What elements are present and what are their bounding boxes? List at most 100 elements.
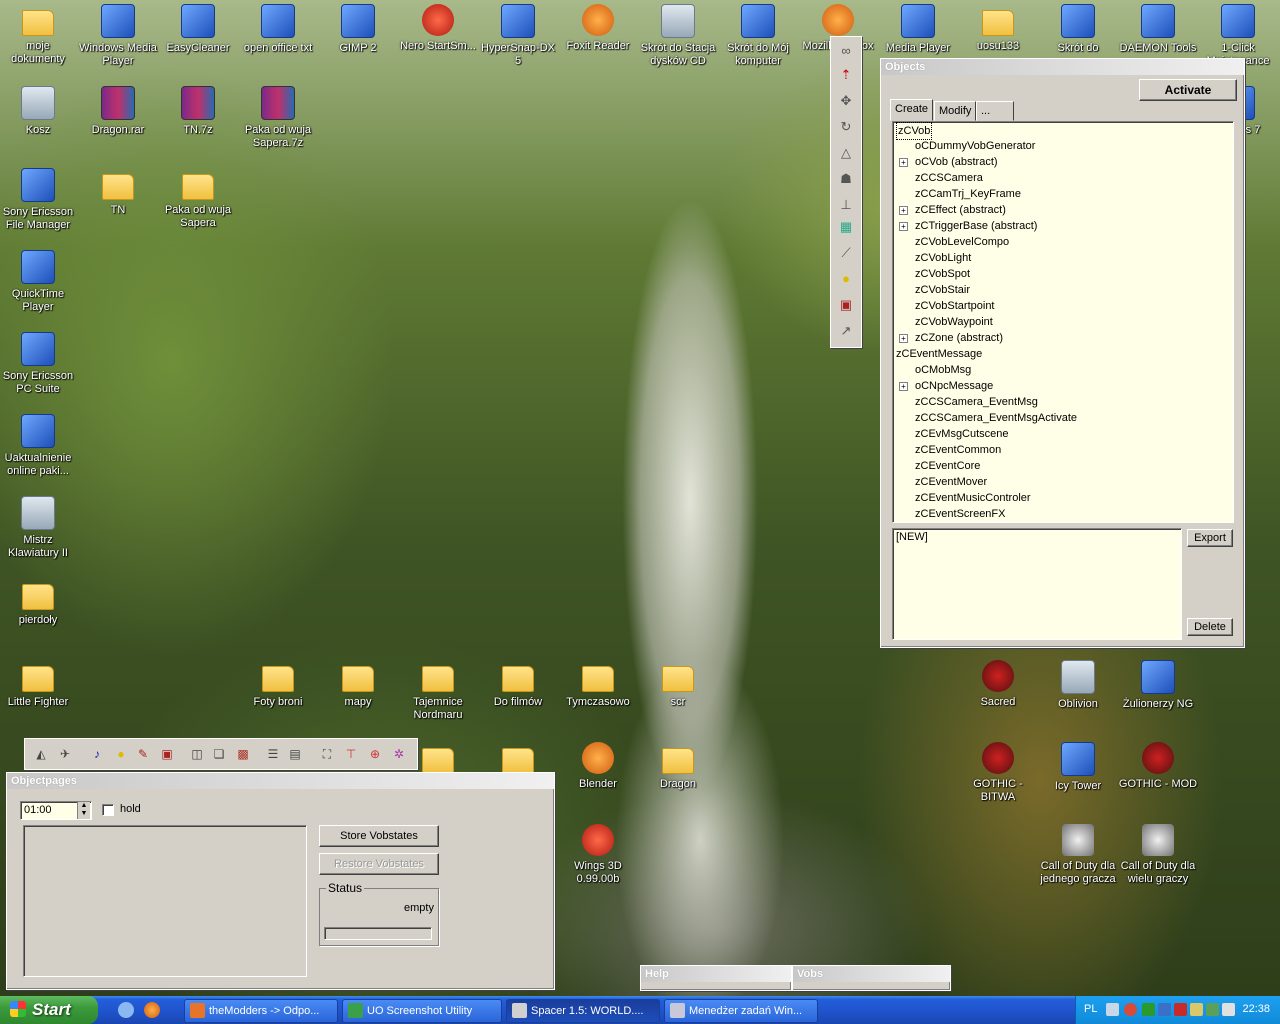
tool-t-icon[interactable]: ⊤ [341, 744, 361, 764]
objectpages-list[interactable] [23, 825, 307, 977]
tree-item[interactable]: + oCNpcMessage [893, 378, 1233, 394]
cube-icon[interactable]: ▩ [233, 744, 253, 764]
tree-item[interactable]: + zCZone (abstract) [893, 330, 1233, 346]
desktop-icon[interactable]: Dragon.rar [78, 86, 158, 137]
tree-item[interactable]: zCEventMusicControler [893, 490, 1233, 506]
desktop-icon[interactable]: Call of Duty dla jednego gracza [1038, 824, 1118, 886]
desktop-icon[interactable]: Paka od wuja Sapera.7z [238, 86, 318, 150]
tree-item[interactable]: zCEventCommon [893, 442, 1233, 458]
network-icon[interactable]: ⛶ [317, 744, 337, 764]
tree-item[interactable]: zCCSCamera_EventMsgActivate [893, 410, 1233, 426]
expand-icon[interactable]: + [899, 222, 908, 231]
desktop-icon[interactable]: pierdoły [0, 578, 78, 627]
link-icon[interactable]: ∞ [836, 41, 856, 61]
bug-icon[interactable]: ✲ [389, 744, 409, 764]
tab-more[interactable]: ... [976, 101, 1014, 121]
tree-item[interactable]: zCVobLight [893, 250, 1233, 266]
desktop-icon[interactable]: TN [78, 168, 158, 217]
expand-icon[interactable]: + [899, 334, 908, 343]
desktop-icon[interactable]: Kosz [0, 86, 78, 137]
desktop-icon[interactable]: DAEMON Tools [1118, 4, 1198, 55]
expand-icon[interactable]: + [899, 206, 908, 215]
desktop-icon[interactable]: Wings 3D 0.99.00b [558, 824, 638, 886]
desktop-icon[interactable]: Mistrz Klawiatury II [0, 496, 78, 560]
move-cross-icon[interactable]: ✥ [836, 91, 856, 111]
desktop-icon[interactable]: mapy [318, 660, 398, 709]
tree-item[interactable]: zCVobStartpoint [893, 298, 1233, 314]
pivot-icon[interactable]: ⊥ [836, 195, 856, 215]
box-icon[interactable]: ◫ [187, 744, 207, 764]
desktop-icon[interactable]: GIMP 2 [318, 4, 398, 55]
expand-icon[interactable]: + [899, 382, 908, 391]
desktop-icon[interactable]: Icy Tower [1038, 742, 1118, 793]
desktop-icon[interactable]: open office txt [238, 4, 318, 55]
tree-item[interactable]: oCDummyVobGenerator [893, 138, 1233, 154]
desktop-icon[interactable]: GOTHIC - BITWA [958, 742, 1038, 804]
tree-item[interactable]: + oCVob (abstract) [893, 154, 1233, 170]
tab-create[interactable]: Create [890, 99, 934, 121]
preset-item[interactable]: [NEW] [896, 531, 928, 543]
tab-modify[interactable]: Modify [934, 101, 977, 121]
ie-quicklaunch-icon[interactable] [118, 1002, 134, 1018]
tree-item[interactable]: zCEventScreenFX [893, 506, 1233, 522]
tree-item[interactable]: zCVobSpot [893, 266, 1233, 282]
tool-pin-icon[interactable]: ⊕ [365, 744, 385, 764]
grid-list-icon[interactable]: ▤ [285, 744, 305, 764]
export-button[interactable]: Export [1187, 529, 1233, 547]
music-note-icon[interactable]: ♪ [87, 744, 107, 764]
taskbar-button[interactable]: UO Screenshot Utility [342, 999, 502, 1023]
tree-item[interactable]: zCEventMessage [893, 346, 1233, 362]
figure-icon[interactable]: ☗ [836, 169, 856, 189]
desktop-icon[interactable]: HyperSnap-DX 5 [478, 4, 558, 68]
desktop-icon[interactable]: TN.7z [158, 86, 238, 137]
desktop-icon[interactable]: scr [638, 660, 718, 709]
film-icon[interactable]: ▣ [157, 744, 177, 764]
desktop-icon[interactable]: Skrót do Stacja dysków CD [638, 4, 718, 68]
triangle-icon[interactable]: △ [836, 143, 856, 163]
list-icon[interactable]: ☰ [263, 744, 283, 764]
expand-icon[interactable]: + [899, 158, 908, 167]
desktop-icon[interactable]: Do filmów [478, 660, 558, 709]
network-tray-icon[interactable] [1142, 1003, 1155, 1016]
help-title[interactable]: Help [641, 966, 791, 982]
restore-vobstates-button[interactable]: Restore Vobstates [319, 853, 439, 875]
tree-item[interactable]: zCEventMover [893, 474, 1233, 490]
time-spinner[interactable]: 01:00 ▲ ▼ [20, 801, 92, 820]
tray-arrow-icon[interactable] [1124, 1003, 1137, 1016]
grid-icon[interactable]: ▦ [836, 217, 856, 237]
tree-item[interactable]: zCEventCore [893, 458, 1233, 474]
cone-icon[interactable]: ◭ [31, 744, 51, 764]
activate-button[interactable]: Activate [1139, 79, 1237, 101]
vobs-title[interactable]: Vobs [793, 966, 950, 982]
tree-item[interactable]: zCCamTrj_KeyFrame [893, 186, 1233, 202]
language-indicator[interactable]: PL [1084, 1003, 1097, 1015]
delete-button[interactable]: Delete [1187, 618, 1233, 636]
desktop-icon[interactable]: Żulionerzy NG [1118, 660, 1198, 711]
start-button[interactable]: Start [0, 996, 98, 1024]
brush-icon[interactable]: ✎ [133, 744, 153, 764]
desktop-icon[interactable]: Skrót do [1038, 4, 1118, 55]
speaker-tray-icon[interactable] [1190, 1003, 1203, 1016]
class-tree[interactable]: zCVob oCDummyVobGenerator + oCVob (abstract… [892, 121, 1234, 523]
spinner-arrows-icon[interactable]: ▲ ▼ [77, 802, 90, 819]
desktop-icon[interactable]: Windows Media Player [78, 4, 158, 68]
tree-item[interactable]: zCCSCamera [893, 170, 1233, 186]
tree-item[interactable]: zCVobStair [893, 282, 1233, 298]
desktop-icon[interactable]: Call of Duty dla wielu graczy [1118, 824, 1198, 886]
desktop-icon[interactable]: Media Player [878, 4, 958, 55]
desktop-icon[interactable]: Sony Ericsson PC Suite [0, 332, 78, 396]
tree-item[interactable]: + zCEffect (abstract) [893, 202, 1233, 218]
desktop-icon[interactable]: EasyCleaner [158, 4, 238, 55]
taskbar-button[interactable]: theModders -> Odpo... [184, 999, 338, 1023]
tree-item[interactable]: zCCSCamera_EventMsg [893, 394, 1233, 410]
desktop-icon[interactable]: moje dokumenty [0, 4, 78, 66]
tree-item[interactable]: zCVobLevelCompo [893, 234, 1233, 250]
desktop-icon[interactable]: Oblivion [1038, 660, 1118, 711]
desktop-icon[interactable]: Blender [558, 742, 638, 791]
desktop-icon[interactable]: uosu133 [958, 4, 1038, 53]
desktop-icon[interactable]: Nero StartSm... [398, 4, 478, 53]
rotate-icon[interactable]: ↻ [836, 117, 856, 137]
taskbar-button[interactable]: Spacer 1.5: WORLD.... [506, 999, 660, 1023]
desktop-icon[interactable]: Foty broni [238, 660, 318, 709]
desktop-icon[interactable]: Foxit Reader [558, 4, 638, 53]
